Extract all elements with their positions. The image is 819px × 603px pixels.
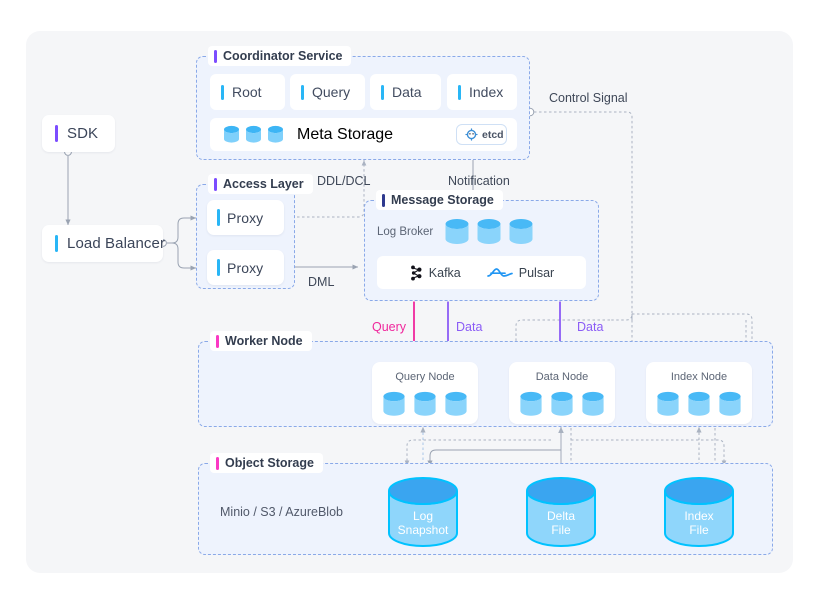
index-node-cylinders <box>646 391 752 423</box>
access-layer-title: Access Layer <box>208 174 313 194</box>
log-snapshot-cylinder[interactable]: Log Snapshot <box>387 477 459 547</box>
sdk-card[interactable]: SDK <box>42 115 115 152</box>
cylinder-icon <box>444 218 470 246</box>
load-balancer-accent-bar <box>55 235 58 252</box>
etcd-label: etcd <box>482 128 504 141</box>
control-signal-label: Control Signal <box>549 91 628 105</box>
coordinator-service-query[interactable]: Query <box>290 74 365 110</box>
cylinder-icon <box>718 391 742 423</box>
data-accent-bar <box>381 84 384 100</box>
brokers-row: Kafka Pulsar <box>377 256 586 289</box>
cylinder-icon <box>550 391 574 423</box>
kafka-label: Kafka <box>428 265 461 280</box>
cylinder-icon <box>581 391 605 423</box>
cylinder-icon <box>267 125 284 144</box>
coordinator-accent-bar <box>214 49 217 63</box>
coordinator-service-label: Coordinator Service <box>223 49 343 63</box>
coordinator-service-data[interactable]: Data <box>370 74 441 110</box>
data-node-label: Data Node <box>535 371 589 383</box>
data-edge-label-right: Data <box>577 320 604 334</box>
data-edge-label-left: Data <box>456 320 483 334</box>
query-node-label: Query Node <box>395 371 455 383</box>
message-storage-label: Message Storage <box>391 193 494 207</box>
cylinder-icon <box>413 391 437 423</box>
worker-node-label: Worker Node <box>225 334 303 348</box>
index-node-label: Index Node <box>670 371 728 383</box>
object-storage-title: Object Storage <box>210 453 323 473</box>
index-label: Index <box>469 84 504 100</box>
proxy-accent-bar <box>217 209 220 226</box>
query-edge-label: Query <box>372 320 407 334</box>
object-storage-accent-bar <box>216 456 219 470</box>
etcd-icon <box>465 128 478 141</box>
sdk-accent-bar <box>55 125 58 142</box>
cylinder-icon <box>508 218 534 246</box>
index-accent-bar <box>458 84 461 100</box>
data-label: Data <box>392 84 422 100</box>
proxy-accent-bar <box>217 259 220 276</box>
cylinder-icon <box>687 391 711 423</box>
etcd-badge[interactable]: etcd <box>456 124 507 145</box>
message-storage-title: Message Storage <box>376 190 503 210</box>
index-file-cylinder[interactable]: Index File <box>663 477 735 547</box>
cylinder-icon <box>656 391 680 423</box>
query-label: Query <box>312 84 351 100</box>
cylinder-icon <box>223 125 240 144</box>
data-node-card[interactable]: Data Node <box>509 362 615 424</box>
sdk-label: SDK <box>67 125 99 142</box>
load-balancer-card[interactable]: Load Balancer <box>42 225 166 262</box>
coordinator-service-root[interactable]: Root <box>210 74 285 110</box>
proxy-card-2[interactable]: Proxy <box>207 250 284 285</box>
proxy-label: Proxy <box>227 259 264 276</box>
dml-label: DML <box>308 275 335 289</box>
root-label: Root <box>232 84 262 100</box>
kafka-icon <box>409 265 423 281</box>
object-storage-label: Object Storage <box>225 456 314 470</box>
worker-node-accent-bar <box>216 334 219 348</box>
log-broker-label: Log Broker <box>377 226 434 238</box>
proxy-card-1[interactable]: Proxy <box>207 200 284 235</box>
delta-file-cylinder[interactable]: Delta File <box>525 477 597 547</box>
cylinder-icon <box>444 391 468 423</box>
coordinator-service-index[interactable]: Index <box>447 74 517 110</box>
object-storage-providers-label: Minio / S3 / AzureBlob <box>220 505 343 519</box>
kafka-entry[interactable]: Kafka <box>409 265 461 281</box>
data-node-cylinders <box>509 391 615 423</box>
proxy-label: Proxy <box>227 209 264 226</box>
cylinder-icon <box>476 218 502 246</box>
access-layer-accent-bar <box>214 177 217 191</box>
query-node-card[interactable]: Query Node <box>372 362 478 424</box>
pulsar-entry[interactable]: Pulsar <box>486 265 555 281</box>
root-accent-bar <box>221 84 224 100</box>
cylinder-icon <box>519 391 543 423</box>
load-balancer-label: Load Balancer <box>67 235 166 252</box>
meta-storage-cylinders <box>223 125 284 144</box>
cylinder-icon <box>382 391 406 423</box>
query-node-cylinders <box>372 391 478 423</box>
pulsar-label: Pulsar <box>518 265 555 280</box>
message-storage-accent-bar <box>382 193 385 207</box>
meta-storage-label: Meta Storage <box>297 125 394 143</box>
notification-label: Notification <box>448 174 510 188</box>
index-node-card[interactable]: Index Node <box>646 362 752 424</box>
cylinder-icon <box>245 125 262 144</box>
log-broker-cylinders <box>444 218 534 246</box>
query-accent-bar <box>301 84 304 100</box>
coordinator-service-title: Coordinator Service <box>208 46 352 66</box>
pulsar-icon <box>486 265 513 281</box>
worker-node-title: Worker Node <box>210 331 312 351</box>
access-layer-label: Access Layer <box>223 177 304 191</box>
architecture-diagram: SDK Load Balancer Coordinator Service Ro… <box>0 0 819 603</box>
ddl-dcl-label: DDL/DCL <box>317 174 371 188</box>
